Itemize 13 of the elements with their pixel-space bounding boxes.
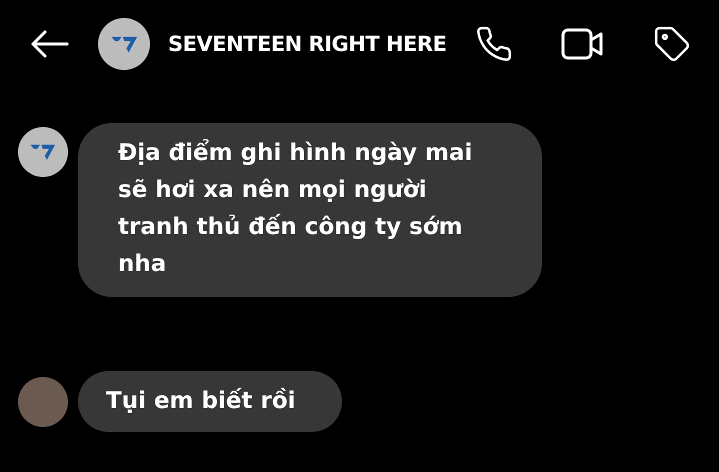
- call-button[interactable]: [475, 25, 513, 63]
- video-camera-icon: [561, 26, 605, 62]
- avatar-photo-placeholder: [18, 376, 68, 426]
- back-arrow-icon: [30, 29, 70, 59]
- video-call-button[interactable]: [561, 26, 605, 62]
- back-button[interactable]: [30, 29, 70, 59]
- chat-title: SEVENTEEN RIGHT HERE: [168, 32, 448, 56]
- logo-icon: [29, 142, 57, 162]
- phone-icon: [475, 25, 513, 63]
- tag-icon: [653, 25, 691, 63]
- message-bubble: Địa điểm ghi hình ngày mai sẽ hơi xa nên mọi người tranh thủ đến công ty sớm nha: [78, 123, 542, 297]
- message-bubble: Tụi em biết rồi: [78, 371, 342, 432]
- tag-button[interactable]: [653, 25, 691, 63]
